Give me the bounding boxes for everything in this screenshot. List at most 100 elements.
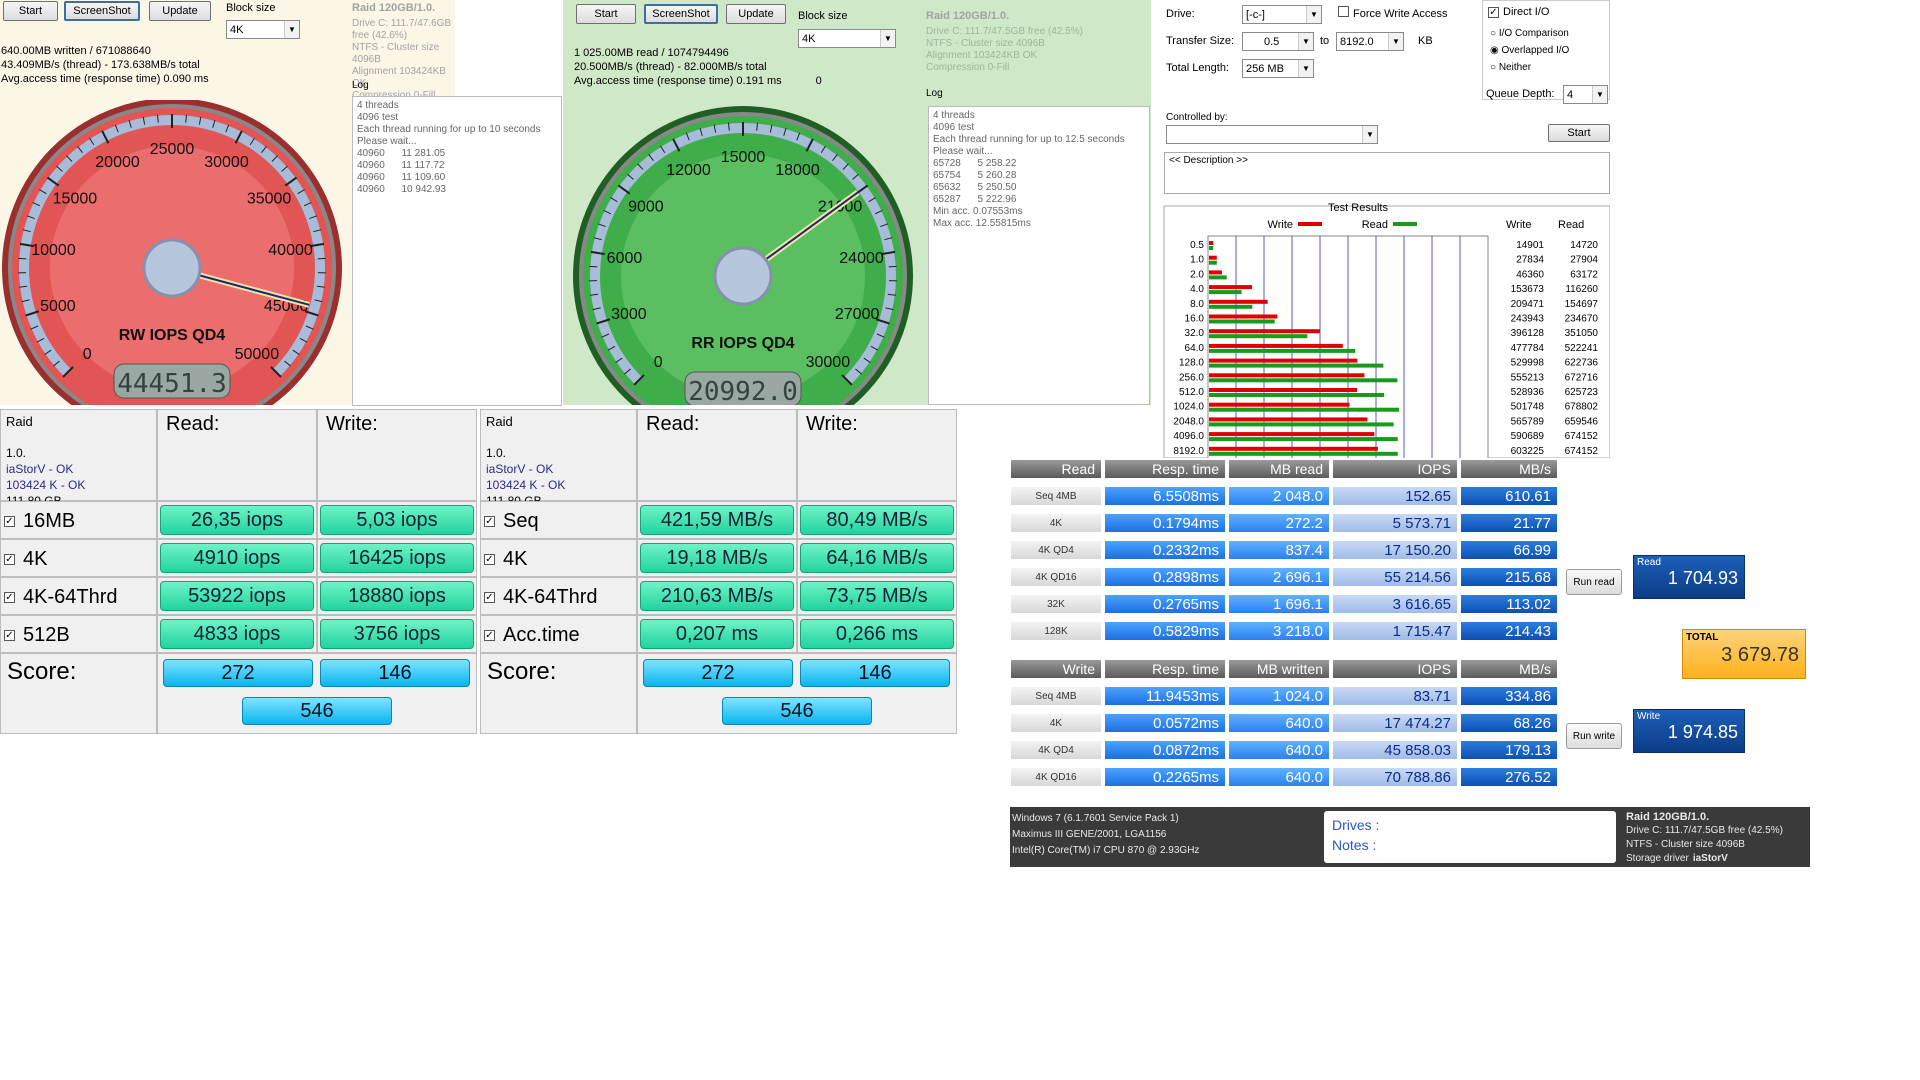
row-label-cell[interactable]: ✓ 16MB <box>0 501 157 539</box>
row-label-cell[interactable]: ✓ 512B <box>0 615 157 653</box>
gauge-tick-label: 50000 <box>235 346 280 363</box>
update-button[interactable]: Update <box>149 1 211 21</box>
block-size-select[interactable]: 4K ▼ <box>226 20 300 39</box>
direct-io-checkbox[interactable]: ✓ Direct I/O <box>1488 6 1549 18</box>
read-value: 659546 <box>1565 416 1599 427</box>
row-label-cell[interactable]: ✓ Seq <box>480 501 637 539</box>
drive-select[interactable]: [-c-] ▼ <box>1242 5 1322 24</box>
write-header: Write: <box>317 409 477 501</box>
write-value: 153673 <box>1511 284 1545 295</box>
column-header: Write <box>1010 659 1102 679</box>
write-value: 209471 <box>1511 299 1545 310</box>
atto-panel: Drive: [-c-] ▼ Force Write Access Transfe… <box>1158 0 1610 458</box>
check-icon[interactable]: ✓ <box>484 629 495 641</box>
total-score-label: TOTAL <box>1686 632 1719 643</box>
transfer-to-select[interactable]: 8192.0 ▼ <box>1336 32 1404 51</box>
result-value: 640.0 <box>1228 713 1330 733</box>
result-value: 276.52 <box>1460 767 1558 787</box>
write-bar <box>1209 314 1278 319</box>
log-line: Each thread running for up to 12.5 secon… <box>933 134 1125 145</box>
result-value: 1 696.1 <box>1228 594 1330 614</box>
write-header: Write: <box>797 409 957 501</box>
read-bar <box>1209 348 1356 353</box>
storage-driver-line: Storage driver iaStorV <box>1626 852 1804 866</box>
read-bar <box>1209 334 1308 339</box>
neither-radio[interactable]: ○ Neither <box>1490 62 1531 73</box>
block-size-label: Block size <box>798 10 848 22</box>
log-line: Min acc. 0.07553ms <box>933 206 1023 217</box>
row-label[interactable]: ✓ 512B <box>4 620 70 650</box>
row-label[interactable]: ✓ 4K-64Thrd <box>4 582 118 612</box>
write-value: 18880 iops <box>320 581 474 611</box>
write-value: 603225 <box>1511 446 1545 457</box>
row-label-cell[interactable]: ✓ 4K <box>480 539 637 577</box>
total-score-value: 3 679.78 <box>1721 644 1799 666</box>
column-header: IOPS <box>1332 459 1458 479</box>
write-score-label: Write <box>1637 711 1661 722</box>
row-label-cell[interactable]: ✓ Acc.time <box>480 615 637 653</box>
start-button[interactable]: Start <box>576 4 636 24</box>
test-label: Seq 4MB <box>1010 486 1102 506</box>
storage-driver: iaStorV <box>1692 853 1728 864</box>
start-button[interactable]: Start <box>3 1 58 21</box>
check-icon[interactable]: ✓ <box>484 515 495 527</box>
gauge-tick-label: 15000 <box>721 149 766 166</box>
description-box[interactable]: << Description >> <box>1164 152 1610 194</box>
chevron-down-icon: ▼ <box>1388 33 1403 50</box>
score-read: 272 <box>643 659 793 687</box>
check-icon[interactable]: ✓ <box>484 591 495 603</box>
read-value: 672716 <box>1565 372 1599 383</box>
log-box[interactable]: 4 threads 4096 test Each thread running fo… <box>352 96 562 406</box>
row-label-cell[interactable]: ✓ 4K-64Thrd <box>480 577 637 615</box>
row-label[interactable]: ✓ Acc.time <box>484 620 580 650</box>
read-value: 63172 <box>1570 269 1598 280</box>
io-comparison-radio[interactable]: ○ I/O Comparison <box>1490 28 1569 39</box>
log-box[interactable]: 4 threads 4096 test Each thread running fo… <box>928 106 1150 405</box>
result-value: 55 214.56 <box>1332 567 1458 587</box>
row-label-cell[interactable]: ✓ 4K <box>0 539 157 577</box>
read-value: 26,35 iops <box>160 505 314 535</box>
drive-line: NTFS - Cluster size 4096B <box>352 42 440 65</box>
screenshot-button[interactable]: ScreenShot <box>644 4 718 24</box>
screenshot-button[interactable]: ScreenShot <box>64 1 140 21</box>
write-value: 501748 <box>1511 402 1545 413</box>
result-value: 3 218.0 <box>1228 621 1330 641</box>
total-length-select[interactable]: 256 MB ▼ <box>1242 59 1314 78</box>
result-value: 0.5829ms <box>1104 621 1226 641</box>
read-score-label: Read <box>1637 557 1661 568</box>
queue-depth-select[interactable]: 4 ▼ <box>1563 85 1608 104</box>
row-label-cell[interactable]: ✓ 4K-64Thrd <box>0 577 157 615</box>
check-icon[interactable]: ✓ <box>4 629 15 641</box>
run-read-button[interactable]: Run read <box>1566 569 1622 595</box>
write-bar <box>1209 358 1358 363</box>
stat-zero: 0 <box>815 75 822 87</box>
row-label[interactable]: ✓ 4K <box>4 544 47 574</box>
run-write-button[interactable]: Run write <box>1566 723 1622 749</box>
check-icon[interactable]: ✓ <box>4 553 15 565</box>
row-label[interactable]: ✓ 4K-64Thrd <box>484 582 598 612</box>
start-button[interactable]: Start <box>1548 124 1610 142</box>
drive-label: Drive: <box>1166 8 1195 20</box>
size-label: 2.0 <box>1190 269 1204 280</box>
controlled-by-select[interactable]: ▼ <box>1166 125 1378 144</box>
row-label[interactable]: ✓ 4K <box>484 544 527 574</box>
result-value: 66.99 <box>1460 540 1558 560</box>
update-button[interactable]: Update <box>726 4 786 24</box>
transfer-from-select[interactable]: 0.5 ▼ <box>1242 32 1314 51</box>
row-label[interactable]: ✓ 16MB <box>4 506 75 536</box>
force-write-checkbox[interactable]: Force Write Access <box>1338 6 1448 20</box>
check-icon[interactable]: ✓ <box>4 591 15 603</box>
check-icon[interactable]: ✓ <box>4 515 15 527</box>
stats-text: 1 025.00MB read / 1074794496 20.500MB/s … <box>574 46 822 88</box>
check-icon[interactable]: ✓ <box>484 553 495 565</box>
row-label[interactable]: ✓ Seq <box>484 506 539 536</box>
gauge-hub <box>713 246 773 306</box>
write-value: 3756 iops <box>320 619 474 649</box>
log-line: Each thread running for up to 10 seconds <box>357 124 541 135</box>
drive-line: Drive C: 111.7/47.5GB free (42.5%) <box>1626 825 1783 836</box>
overlapped-io-radio[interactable]: ◉ Overlapped I/O <box>1490 45 1569 56</box>
size-label: 512.0 <box>1179 387 1204 398</box>
stats-text: 640.00MB written / 671088640 43.409MB/s … <box>1 44 209 86</box>
log-line: 40960 11 281.05 <box>357 148 446 159</box>
write-header-label: Write: <box>806 413 858 435</box>
